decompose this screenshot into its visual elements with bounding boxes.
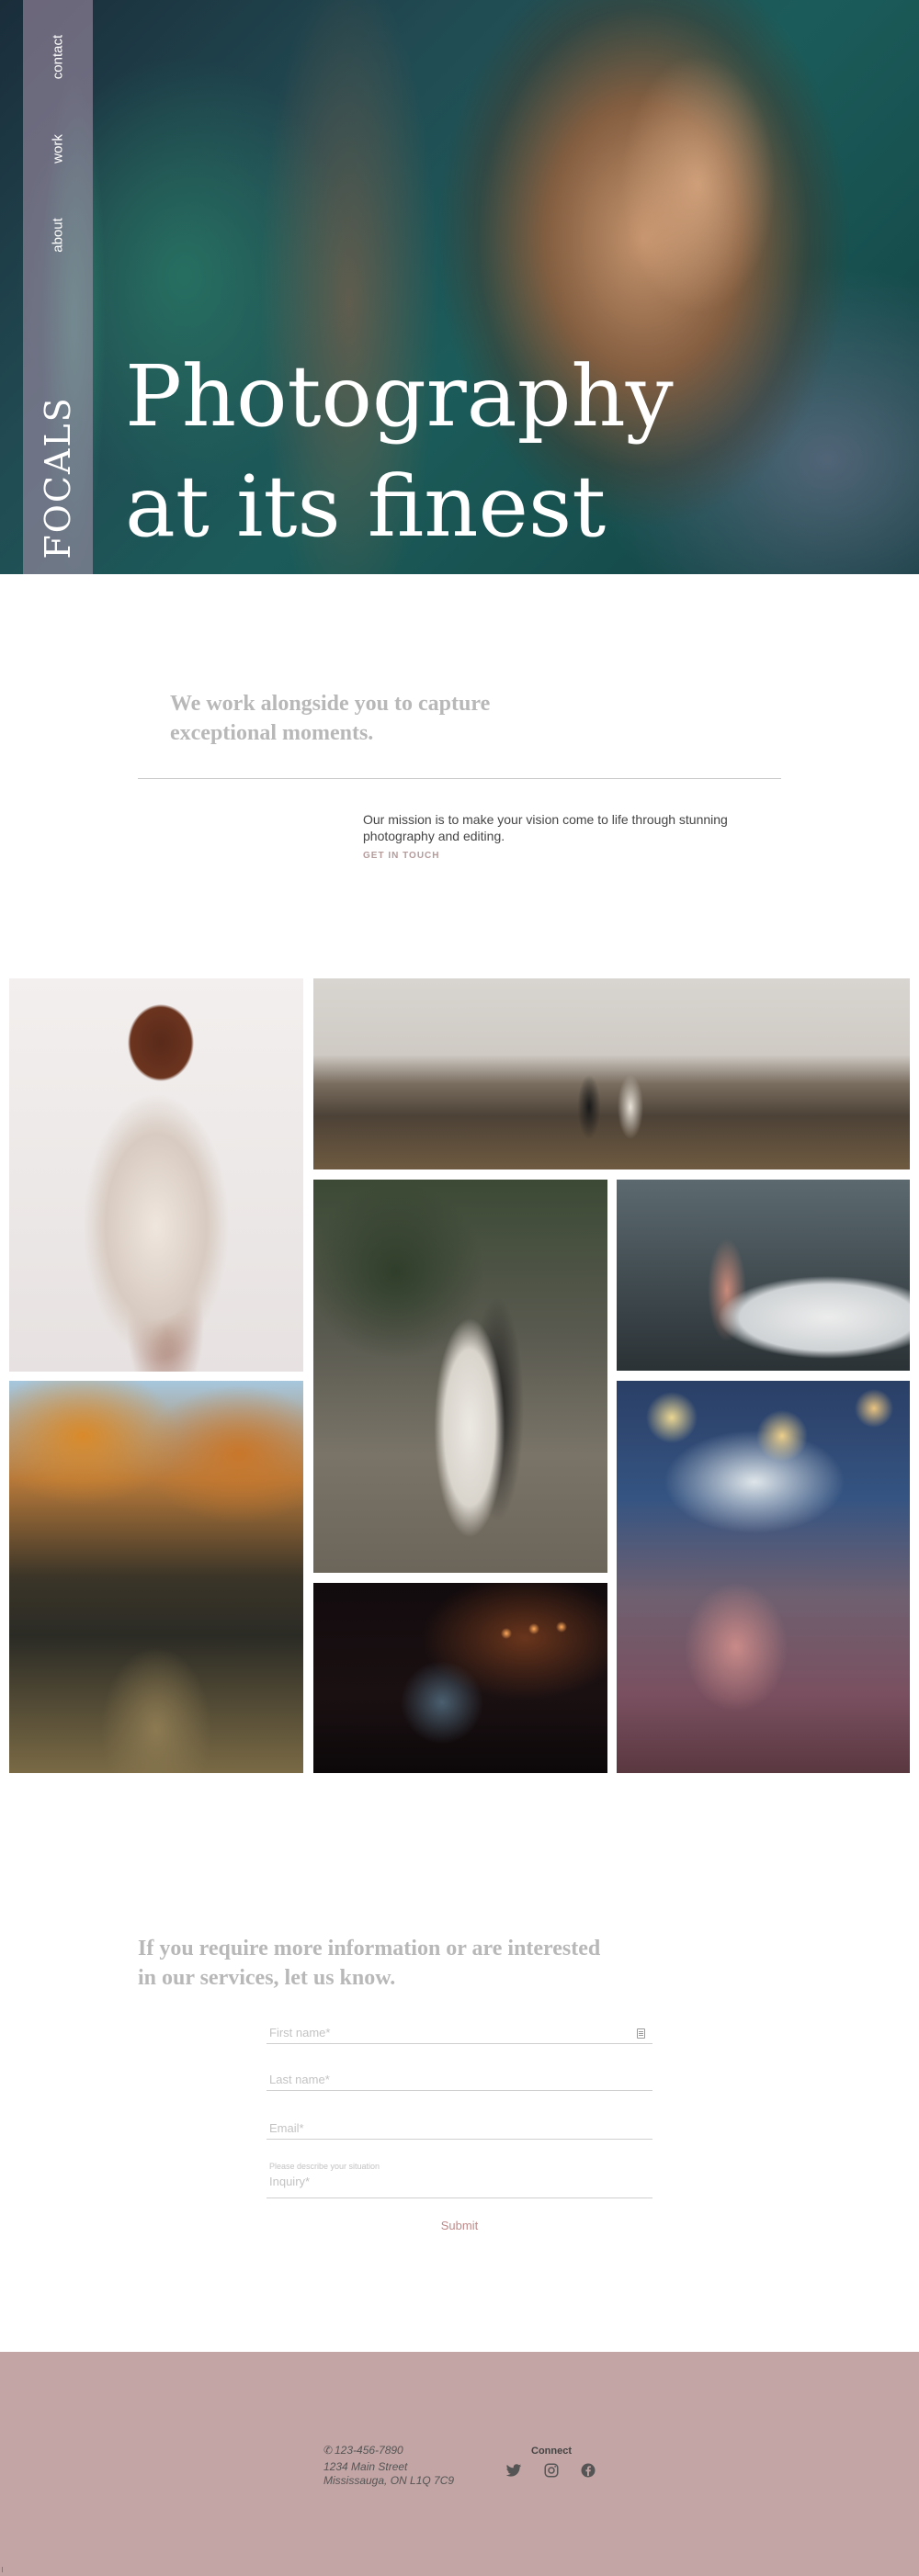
- intro-section: We work alongside you to capture excepti…: [0, 574, 919, 978]
- gallery-photo-sparklers[interactable]: [617, 1381, 910, 1773]
- intro-heading-line-1: We work alongside you to capture: [170, 692, 491, 716]
- nav-work-link[interactable]: work: [51, 134, 66, 164]
- gallery-photo-wedding-couple[interactable]: [313, 1180, 607, 1573]
- facebook-icon[interactable]: [580, 2462, 596, 2479]
- address-line-1: 1234 Main Street: [323, 2460, 408, 2473]
- contact-heading-line-2: in our services, let us know.: [138, 1966, 396, 1990]
- last-name-field-wrapper: [267, 2071, 652, 2091]
- instagram-icon[interactable]: [543, 2462, 560, 2479]
- nav-about-link[interactable]: about: [51, 218, 66, 253]
- photo-gallery: [0, 978, 919, 1860]
- sidebar-nav: contact work about FOCALS: [23, 0, 93, 574]
- contact-heading: If you require more information or are i…: [138, 1934, 652, 1993]
- footer-corner-mark: [2, 2567, 6, 2572]
- intro-heading: We work alongside you to capture excepti…: [170, 689, 611, 748]
- hero-title-line-1: Photography: [125, 347, 674, 446]
- autofill-contact-icon[interactable]: [637, 2028, 645, 2039]
- contact-section: If you require more information or are i…: [0, 1860, 919, 2352]
- gallery-photo-woman-car[interactable]: [617, 1180, 910, 1371]
- footer-phone[interactable]: ✆ 123-456-7890: [323, 2444, 403, 2457]
- last-name-field[interactable]: [267, 2071, 652, 2088]
- inquiry-field-wrapper: Please describe your situation: [267, 2162, 652, 2198]
- submit-button[interactable]: Submit: [427, 2216, 492, 2234]
- twitter-icon[interactable]: [505, 2462, 522, 2479]
- mission-text: Our mission is to make your vision come …: [363, 812, 728, 843]
- inquiry-hint: Please describe your situation: [269, 2162, 380, 2171]
- brand-logo[interactable]: FOCALS: [38, 396, 78, 559]
- footer: ✆ 123-456-7890 1234 Main Street Mississau…: [0, 2352, 919, 2576]
- email-field[interactable]: [267, 2119, 652, 2137]
- gallery-photo-concert[interactable]: [313, 1583, 607, 1773]
- hero-title-line-2: at its finest: [125, 458, 607, 556]
- inquiry-field[interactable]: [267, 2173, 652, 2195]
- get-in-touch-link[interactable]: GET IN TOUCH: [363, 851, 439, 861]
- gallery-photo-forest-ceremony[interactable]: [9, 1381, 303, 1773]
- divider: [138, 778, 781, 779]
- connect-label: Connect: [531, 2446, 572, 2457]
- intro-heading-line-2: exceptional moments.: [170, 721, 374, 745]
- phone-number: 123-456-7890: [335, 2444, 403, 2457]
- hero-title: Photography at its finest: [125, 342, 674, 562]
- address-line-2: Mississauga, ON L1Q 7C9: [323, 2474, 455, 2487]
- first-name-field-wrapper: [267, 2024, 652, 2044]
- email-field-wrapper: [267, 2119, 652, 2140]
- phone-icon: ✆: [323, 2444, 334, 2457]
- gallery-photo-couple-hills[interactable]: [313, 978, 910, 1169]
- hero-section: contact work about FOCALS Photography at…: [0, 0, 919, 574]
- gallery-photo-portrait-woman[interactable]: [9, 978, 303, 1372]
- contact-heading-line-1: If you require more information or are i…: [138, 1937, 601, 1960]
- nav-contact-link[interactable]: contact: [51, 35, 66, 79]
- footer-address: 1234 Main Street Mississauga, ON L1Q 7C9: [323, 2460, 454, 2488]
- first-name-field[interactable]: [267, 2024, 652, 2041]
